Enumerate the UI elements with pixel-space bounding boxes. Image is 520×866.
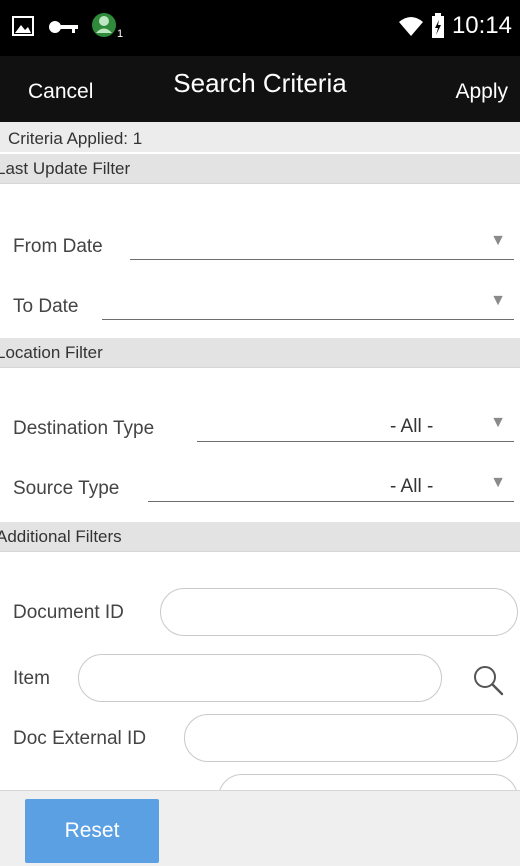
page-title: Search Criteria: [173, 68, 347, 98]
section-location-filter: Location Filter: [0, 338, 520, 368]
document-id-input[interactable]: [160, 588, 518, 636]
bottom-action-bar: Reset: [0, 790, 520, 866]
doc-external-id-field: Doc External ID: [0, 714, 520, 762]
document-id-field: Document ID: [0, 588, 520, 636]
wifi-icon: [398, 14, 424, 43]
to-date-dropdown[interactable]: [102, 319, 514, 320]
chevron-down-icon[interactable]: ▼: [490, 292, 506, 310]
source-type-field[interactable]: Source Type - All - ▼: [0, 464, 520, 508]
notification-count: 1: [117, 28, 124, 40]
from-date-label: From Date: [13, 236, 103, 257]
source-type-dropdown[interactable]: [148, 501, 514, 502]
section-additional-filters: Additional Filters: [0, 522, 520, 552]
apply-button[interactable]: Apply: [455, 80, 508, 104]
chevron-down-icon[interactable]: ▼: [490, 414, 506, 432]
chevron-down-icon[interactable]: ▼: [490, 474, 506, 492]
from-date-field[interactable]: From Date ▼: [0, 222, 520, 266]
status-bar: 1 10:14: [0, 0, 520, 56]
section-last-update-filter: Last Update Filter: [0, 154, 520, 184]
doc-external-id-label: Doc External ID: [13, 728, 147, 749]
to-date-label: To Date: [13, 296, 79, 317]
doc-external-id-input[interactable]: [184, 714, 518, 762]
key-icon: [48, 20, 80, 39]
search-icon[interactable]: [472, 664, 504, 701]
destination-type-dropdown[interactable]: [197, 441, 514, 442]
chevron-down-icon[interactable]: ▼: [490, 232, 506, 250]
criteria-applied-text: Criteria Applied: 1: [0, 122, 520, 152]
destination-type-field[interactable]: Destination Type - All - ▼: [0, 404, 520, 448]
destination-type-value: - All -: [390, 416, 434, 437]
item-label: Item: [13, 668, 50, 689]
item-input[interactable]: [78, 654, 442, 702]
user-badge-icon: 1: [88, 8, 124, 47]
destination-type-label: Destination Type: [13, 418, 155, 439]
status-clock: 10:14: [451, 12, 512, 39]
source-type-label: Source Type: [13, 478, 120, 499]
to-date-field[interactable]: To Date ▼: [0, 282, 520, 326]
item-field: Item: [0, 654, 520, 702]
image-icon: [12, 16, 34, 41]
app-header: Cancel Search Criteria Apply: [0, 56, 520, 122]
reset-button[interactable]: Reset: [25, 799, 159, 863]
from-date-dropdown[interactable]: [130, 259, 514, 260]
source-type-value: - All -: [390, 476, 434, 497]
document-id-label: Document ID: [13, 602, 124, 623]
battery-icon: [430, 12, 446, 45]
